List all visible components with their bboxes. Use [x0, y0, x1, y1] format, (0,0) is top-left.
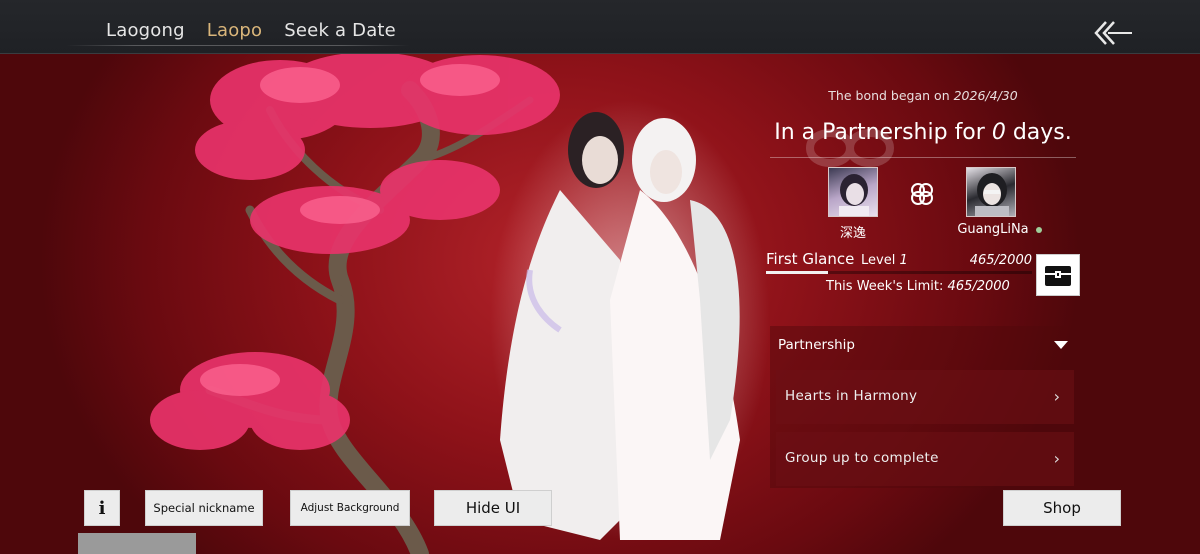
double-chevron-back-icon — [1094, 21, 1132, 45]
bond-began-text: The bond began on 2026/4/30 — [770, 88, 1076, 103]
bond-level-name: First Glance — [766, 250, 855, 268]
week-limit-value: 465/2000 — [947, 279, 1010, 294]
tab-laopo[interactable]: Laopo — [207, 20, 263, 41]
bond-began-prefix: The bond began on — [828, 88, 950, 103]
chevron-right-icon: › — [1053, 449, 1060, 468]
avatar-left-partner[interactable] — [828, 167, 878, 217]
knot-link-icon — [911, 183, 933, 205]
tab-laogong[interactable]: Laogong — [106, 20, 185, 41]
nav-tabs: Laogong Laopo Seek a Date — [106, 20, 396, 41]
back-button[interactable] — [1092, 18, 1134, 48]
adjust-background-button[interactable]: Adjust Background — [290, 490, 410, 526]
portrait-right — [975, 173, 1009, 216]
tab-seek-a-date[interactable]: Seek a Date — [284, 20, 396, 41]
section-title: Partnership — [778, 337, 855, 353]
partnership-section-header[interactable]: Partnership — [770, 326, 1080, 364]
bond-progress-bar — [766, 271, 1032, 274]
treasure-chest-icon — [1045, 266, 1071, 286]
level-value: 1 — [899, 253, 908, 268]
portrait-left — [839, 174, 869, 216]
tabs-underline — [66, 45, 410, 46]
info-icon: i — [98, 497, 106, 519]
days-suffix: days. — [1012, 120, 1072, 145]
week-limit: This Week's Limit: 465/2000 — [826, 279, 1010, 294]
bond-progress-text: 465/2000 — [969, 253, 1032, 268]
partner-right-name: GuangLiNa — [957, 222, 1029, 237]
level-label: Level — [861, 253, 896, 268]
week-limit-label: This Week's Limit: — [826, 279, 944, 294]
hide-ui-button[interactable]: Hide UI — [434, 490, 552, 526]
row-label: Group up to complete — [785, 450, 939, 466]
special-nickname-button[interactable]: Special nickname — [145, 490, 263, 526]
shop-button[interactable]: Shop — [1003, 490, 1121, 526]
caret-down-icon — [1054, 341, 1068, 349]
group-up-button[interactable]: Group up to complete › — [776, 432, 1074, 486]
hearts-in-harmony-button[interactable]: Hearts in Harmony › — [776, 370, 1074, 424]
avatar-right-partner[interactable] — [966, 167, 1016, 217]
days-prefix: In a Partnership for — [774, 120, 985, 145]
bond-progress-fill — [766, 271, 828, 274]
bond-level: Level 1 — [861, 253, 908, 268]
online-status-dot — [1036, 227, 1042, 233]
row-label: Hearts in Harmony — [785, 388, 918, 404]
chevron-right-icon: › — [1053, 387, 1060, 406]
bottom-left-panel — [78, 533, 196, 554]
bond-began-date: 2026/4/30 — [953, 88, 1018, 103]
partner-left-name: 深逸 — [839, 226, 866, 241]
partnership-days-title: In a Partnership for 0 days. — [766, 120, 1080, 145]
days-value: 0 — [991, 120, 1006, 145]
top-nav-bar: Laogong Laopo Seek a Date — [0, 0, 1200, 54]
info-button[interactable]: i — [84, 490, 120, 526]
treasure-chest-button[interactable] — [1036, 254, 1080, 296]
divider — [770, 157, 1076, 158]
